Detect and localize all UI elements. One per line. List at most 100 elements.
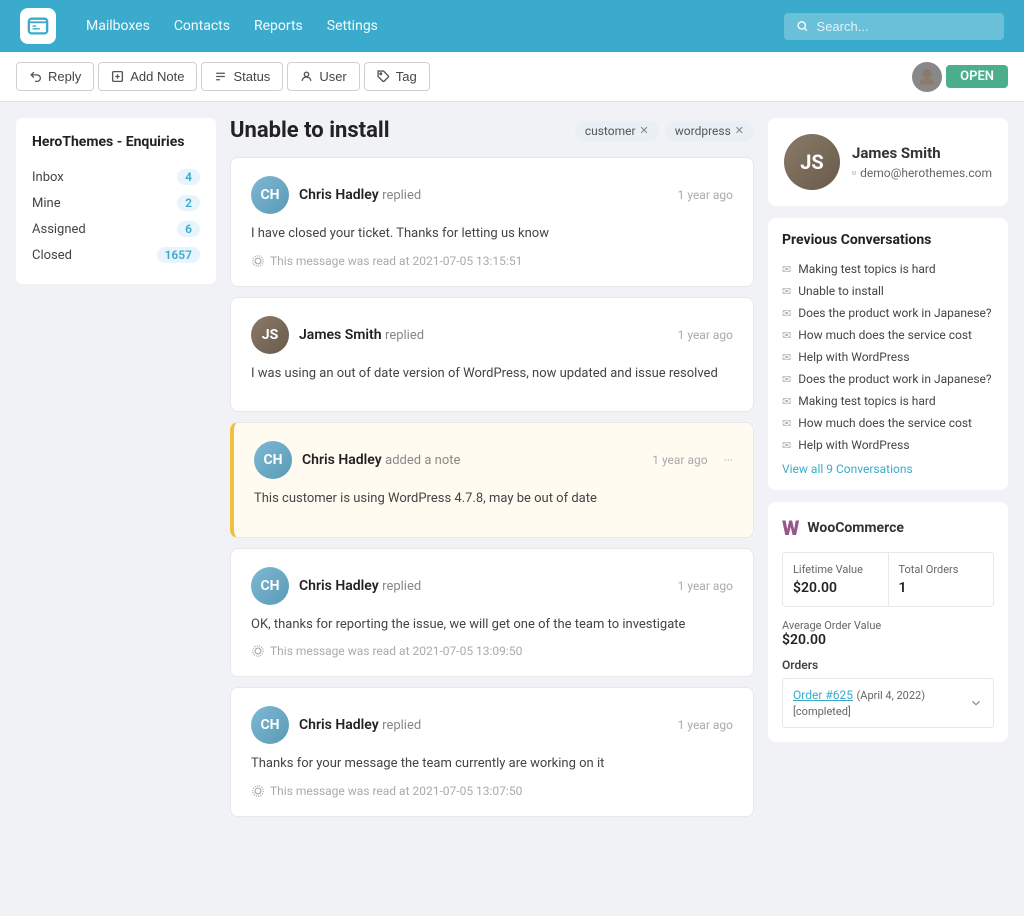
mail-icon-8: ✉ (782, 439, 791, 452)
status-label: Status (233, 69, 270, 84)
user-label: User (319, 69, 346, 84)
nav-links: Mailboxes Contacts Reports Settings (86, 18, 378, 34)
conv-item-0[interactable]: ✉ Making test topics is hard (782, 258, 994, 280)
mail-icon-6: ✉ (782, 395, 791, 408)
sidebar-item-closed[interactable]: Closed 1657 (32, 242, 200, 268)
msg-meta-2: James Smith replied (299, 327, 668, 343)
msg-action-5: replied (382, 718, 421, 733)
avatar-james-1: JS (251, 316, 289, 354)
tag-wordpress-remove[interactable]: ✕ (735, 124, 744, 137)
user-button[interactable]: User (287, 62, 359, 91)
msg-body-4: OK, thanks for reporting the issue, we w… (251, 615, 733, 635)
woo-order-item: Order #625 (April 4, 2022)[completed] (782, 678, 994, 728)
msg-read-1: This message was read at 2021-07-05 13:1… (251, 254, 733, 268)
search-bar[interactable] (784, 13, 1004, 40)
reply-label: Reply (48, 69, 81, 84)
search-input[interactable] (817, 19, 992, 34)
conversation-title: Unable to install (230, 118, 390, 143)
sidebar-item-assigned[interactable]: Assigned 6 (32, 216, 200, 242)
message-header-2: JS James Smith replied 1 year ago (251, 316, 733, 354)
avatar-chris-4: CH (251, 706, 289, 744)
avatar-chris-1: CH (251, 176, 289, 214)
message-card-5: CH Chris Hadley replied 1 year ago Thank… (230, 687, 754, 817)
customer-card: JS James Smith demo@herothemes.com (768, 118, 1008, 206)
customer-email: demo@herothemes.com (852, 166, 992, 180)
msg-action-2: replied (385, 328, 424, 343)
message-header-5: CH Chris Hadley replied 1 year ago (251, 706, 733, 744)
woo-title: WooCommerce (807, 520, 904, 536)
open-status-badge: OPEN (946, 65, 1008, 88)
reply-button[interactable]: Reply (16, 62, 94, 91)
msg-meta-4: Chris Hadley replied (299, 578, 668, 594)
message-header-3: CH Chris Hadley added a note 1 year ago … (254, 441, 733, 479)
prev-conv-title: Previous Conversations (782, 232, 994, 248)
add-note-button[interactable]: Add Note (98, 62, 197, 91)
conversation-header: Unable to install customer ✕ wordpress ✕ (230, 118, 754, 143)
customer-info: James Smith demo@herothemes.com (852, 144, 992, 180)
msg-body-2: I was using an out of date version of Wo… (251, 364, 733, 384)
status-button[interactable]: Status (201, 62, 283, 91)
mail-icon-5: ✉ (782, 373, 791, 386)
message-card-1: CH Chris Hadley replied 1 year ago I hav… (230, 157, 754, 287)
nav-reports[interactable]: Reports (254, 18, 303, 34)
messages-list: CH Chris Hadley replied 1 year ago I hav… (230, 157, 754, 817)
toolbar: Reply Add Note Status User Tag OPEN (0, 52, 1024, 102)
right-panel: JS James Smith demo@herothemes.com Previ… (768, 118, 1008, 900)
woo-total-orders: Total Orders 1 (888, 553, 994, 606)
customer-name: James Smith (852, 144, 992, 162)
conv-item-8[interactable]: ✉ Help with WordPress (782, 434, 994, 456)
msg-time-2: 1 year ago (678, 328, 733, 342)
add-note-label: Add Note (130, 69, 184, 84)
conversation-content: Unable to install customer ✕ wordpress ✕… (230, 118, 754, 900)
message-header-4: CH Chris Hadley replied 1 year ago (251, 567, 733, 605)
msg-name-1: Chris Hadley (299, 187, 379, 203)
woocommerce-section: W WooCommerce Lifetime Value $20.00 Tota… (768, 502, 1008, 742)
conv-item-6[interactable]: ✉ Making test topics is hard (782, 390, 994, 412)
conv-item-3[interactable]: ✉ How much does the service cost (782, 324, 994, 346)
view-all-conversations[interactable]: View all 9 Conversations (782, 462, 994, 476)
msg-time-1: 1 year ago (678, 188, 733, 202)
msg-body-5: Thanks for your message the team current… (251, 754, 733, 774)
conv-item-1[interactable]: ✉ Unable to install (782, 280, 994, 302)
msg-body-1: I have closed your ticket. Thanks for le… (251, 224, 733, 244)
msg-name-2: James Smith (299, 327, 382, 343)
order-link[interactable]: Order #625 (793, 688, 853, 702)
avatar-chris-2: CH (254, 441, 292, 479)
msg-name-3: Chris Hadley (302, 452, 382, 468)
tag-button[interactable]: Tag (364, 62, 430, 91)
woo-stats: Lifetime Value $20.00 Total Orders 1 (782, 552, 994, 607)
woo-header: W WooCommerce (782, 516, 994, 540)
woo-logo-icon: W (782, 516, 799, 540)
woo-lifetime-value: Lifetime Value $20.00 (783, 553, 888, 606)
logo[interactable] (20, 8, 56, 44)
sidebar-item-inbox[interactable]: Inbox 4 (32, 164, 200, 190)
message-card-4: CH Chris Hadley replied 1 year ago OK, t… (230, 548, 754, 678)
msg-meta-3: Chris Hadley added a note (302, 452, 642, 468)
sidebar-title: HeroThemes - Enquiries (32, 134, 200, 150)
msg-time-3: 1 year ago (652, 453, 707, 467)
nav-contacts[interactable]: Contacts (174, 18, 230, 34)
nav-settings[interactable]: Settings (327, 18, 378, 34)
mail-icon-4: ✉ (782, 351, 791, 364)
previous-conversations: Previous Conversations ✉ Making test top… (768, 218, 1008, 490)
msg-time-4: 1 year ago (678, 579, 733, 593)
msg-meta-5: Chris Hadley replied (299, 717, 668, 733)
sidebar-item-mine[interactable]: Mine 2 (32, 190, 200, 216)
conv-item-4[interactable]: ✉ Help with WordPress (782, 346, 994, 368)
conv-item-2[interactable]: ✉ Does the product work in Japanese? (782, 302, 994, 324)
tags-container: customer ✕ wordpress ✕ (575, 121, 754, 141)
nav-mailboxes[interactable]: Mailboxes (86, 18, 150, 34)
mail-icon-0: ✉ (782, 263, 791, 276)
msg-action-4: replied (382, 579, 421, 594)
tag-customer: customer ✕ (575, 121, 659, 141)
conv-item-5[interactable]: ✉ Does the product work in Japanese? (782, 368, 994, 390)
conv-item-7[interactable]: ✉ How much does the service cost (782, 412, 994, 434)
user-avatar-toolbar (912, 62, 942, 92)
msg-body-3: This customer is using WordPress 4.7.8, … (254, 489, 733, 509)
msg-meta-1: Chris Hadley replied (299, 187, 668, 203)
mail-icon-7: ✉ (782, 417, 791, 430)
note-actions[interactable]: ··· (724, 453, 733, 467)
navigation: Mailboxes Contacts Reports Settings (0, 0, 1024, 52)
msg-action-1: replied (382, 188, 421, 203)
tag-customer-remove[interactable]: ✕ (640, 124, 649, 137)
